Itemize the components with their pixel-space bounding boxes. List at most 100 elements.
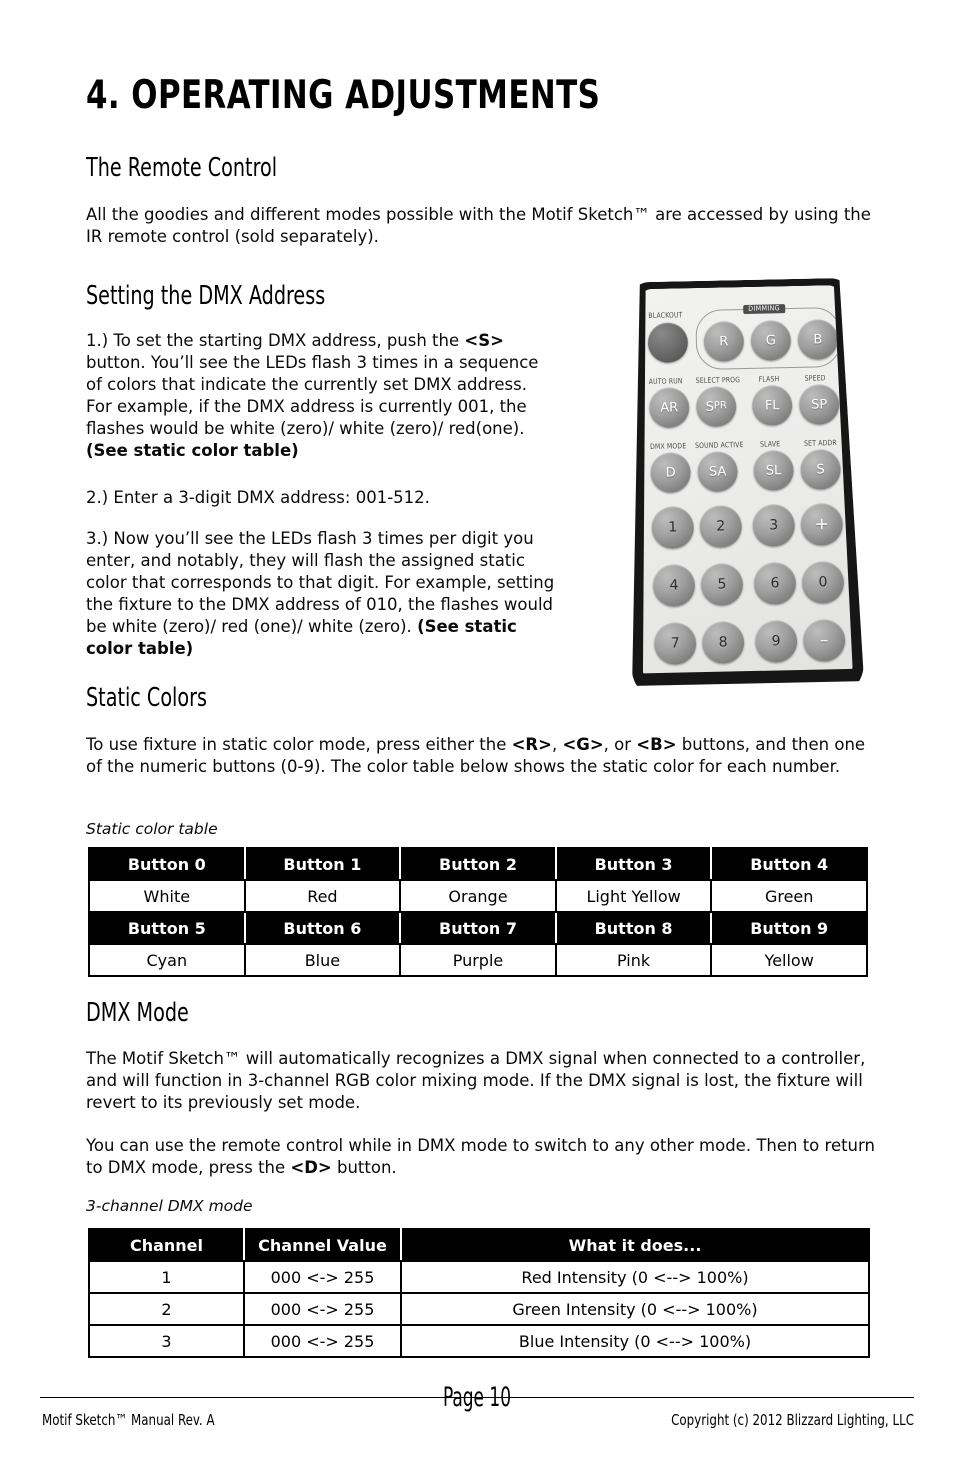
remote-button-sp[interactable]: SP — [799, 384, 840, 425]
remote-button-d[interactable]: D — [650, 452, 691, 493]
table-header-cell: Button 1 — [243, 847, 402, 881]
static-button-g: <G> — [562, 735, 604, 754]
table-header-cell: Button 0 — [88, 847, 246, 881]
table-cell: Red Intensity (0 <--> 100%) — [400, 1260, 870, 1294]
dmx-mode-table: Channel Channel Value What it does... 1 … — [88, 1228, 870, 1358]
table-row: Cyan Blue Purple Pink Yellow — [88, 943, 868, 977]
section-heading-setting-dmx-address: Setting the DMX Address — [86, 281, 326, 311]
table-cell: Orange — [399, 879, 557, 913]
section-heading-remote-control: The Remote Control — [86, 153, 278, 183]
footer-manual-label: Motif Sketch™ Manual Rev. A — [42, 1411, 215, 1429]
paragraph-dmx-step-1: 1.) To set the starting DMX address, pus… — [86, 330, 556, 462]
remote-button-5[interactable]: 5 — [701, 563, 744, 606]
remote-button-blackout[interactable] — [647, 322, 688, 363]
table-header-cell: Button 5 — [88, 911, 246, 945]
remote-body: BLACKOUT DIMMING R G B AUTO RUN SELECT P… — [620, 273, 873, 706]
static-sep-2: , or — [603, 735, 637, 754]
table-row: Channel Channel Value What it does... — [88, 1228, 870, 1262]
table-cell: Blue Intensity (0 <--> 100%) — [400, 1324, 870, 1358]
static-color-table: Button 0 Button 1 Button 2 Button 3 Butt… — [88, 847, 868, 977]
table-cell: Green — [710, 879, 868, 913]
label-auto-run: AUTO RUN — [648, 376, 683, 387]
step1-see-table: (See static color table) — [86, 441, 299, 460]
document-page: 4. OPERATING ADJUSTMENTS The Remote Cont… — [0, 0, 954, 1475]
table-cell: 000 <-> 255 — [243, 1260, 402, 1294]
table-cell: 000 <-> 255 — [243, 1324, 402, 1358]
page-title: 4. OPERATING ADJUSTMENTS — [86, 73, 601, 118]
remote-button-3[interactable]: 3 — [752, 504, 795, 547]
table-cell: Blue — [243, 943, 402, 977]
remote-button-s[interactable]: S — [800, 449, 841, 490]
paragraph-dmx-step-3: 3.) Now you’ll see the LEDs flash 3 time… — [86, 528, 566, 660]
remote-control-image: BLACKOUT DIMMING R G B AUTO RUN SELECT P… — [624, 276, 868, 704]
paragraph-dmx-mode-2: You can use the remote control while in … — [86, 1135, 876, 1179]
remote-button-9[interactable]: 9 — [755, 620, 798, 663]
dmx2-text-a: You can use the remote control while in … — [86, 1136, 875, 1177]
table-cell: 3 — [88, 1324, 245, 1358]
remote-button-8[interactable]: 8 — [702, 621, 745, 664]
table-row: Button 5 Button 6 Button 7 Button 8 Butt… — [88, 911, 868, 945]
remote-button-1[interactable]: 1 — [651, 506, 694, 549]
table-cell: Green Intensity (0 <--> 100%) — [400, 1292, 870, 1326]
label-speed: SPEED — [804, 373, 826, 383]
table-row: 2 000 <-> 255 Green Intensity (0 <--> 10… — [88, 1292, 870, 1326]
remote-button-fl[interactable]: FL — [752, 385, 793, 426]
static-text-a: To use fixture in static color mode, pre… — [86, 735, 512, 754]
remote-button-0[interactable]: 0 — [802, 561, 845, 604]
table-cell: 2 — [88, 1292, 245, 1326]
paragraph-static-colors: To use fixture in static color mode, pre… — [86, 734, 876, 778]
page-number: Page 10 — [442, 1382, 512, 1413]
step1-text-a: 1.) To set the starting DMX address, pus… — [86, 331, 465, 350]
label-select-prog: SELECT PROG — [695, 375, 741, 386]
static-button-b: <B> — [636, 735, 677, 754]
remote-faceplate: BLACKOUT DIMMING R G B AUTO RUN SELECT P… — [633, 285, 855, 685]
table-header-cell: Button 4 — [710, 847, 868, 881]
remote-button-6[interactable]: 6 — [754, 562, 797, 605]
table-header-cell: What it does... — [400, 1228, 870, 1262]
remote-button-plus[interactable]: + — [800, 503, 843, 546]
table-header-cell: Button 6 — [243, 911, 402, 945]
static-button-r: <R> — [511, 735, 552, 754]
label-blackout: BLACKOUT — [648, 310, 683, 321]
label-set-addr: SET ADDR — [803, 438, 837, 448]
section-heading-dmx-mode: DMX Mode — [86, 998, 189, 1028]
table-cell: 000 <-> 255 — [243, 1292, 402, 1326]
remote-button-s-pr-sub: PR — [713, 400, 727, 412]
dmx2-text-c: button. — [331, 1158, 397, 1177]
dimming-label: DIMMING — [743, 304, 785, 314]
table-header-cell: Button 3 — [554, 847, 713, 881]
table-row: White Red Orange Light Yellow Green — [88, 879, 868, 913]
table-cell: Light Yellow — [554, 879, 713, 913]
remote-button-ar[interactable]: AR — [649, 387, 690, 428]
footer-copyright: Copyright (c) 2012 Blizzard Lighting, LL… — [671, 1411, 914, 1429]
table-header-cell: Channel — [88, 1228, 245, 1262]
table-row: 1 000 <-> 255 Red Intensity (0 <--> 100%… — [88, 1260, 870, 1294]
remote-button-minus[interactable]: – — [803, 619, 846, 662]
table-header-cell: Button 2 — [399, 847, 557, 881]
step1-button-s: <S> — [464, 331, 504, 350]
label-flash: FLASH — [758, 374, 780, 384]
table-row: 3 000 <-> 255 Blue Intensity (0 <--> 100… — [88, 1324, 870, 1358]
dmx2-button-d: <D> — [290, 1158, 332, 1177]
label-slave: SLAVE — [759, 439, 781, 449]
table-header-cell: Channel Value — [243, 1228, 402, 1262]
label-sound-active: SOUND ACTIVE — [694, 440, 744, 451]
static-sep-1: , — [551, 735, 563, 754]
remote-button-7[interactable]: 7 — [654, 622, 697, 665]
table-cell: Red — [243, 879, 402, 913]
remote-button-4[interactable]: 4 — [653, 564, 696, 607]
remote-button-s-pr-main: S — [705, 399, 715, 415]
table-header-cell: Button 8 — [554, 911, 713, 945]
remote-button-sa[interactable]: SA — [697, 451, 738, 492]
remote-button-sl[interactable]: SL — [753, 450, 794, 491]
remote-button-2[interactable]: 2 — [699, 505, 742, 548]
table-cell: Purple — [399, 943, 557, 977]
table-cell: Cyan — [88, 943, 246, 977]
paragraph-remote-intro: All the goodies and different modes poss… — [86, 205, 871, 246]
remote-button-s-pr[interactable]: S PR — [696, 386, 737, 427]
dmx-mode-table-caption: 3-channel DMX mode — [86, 1197, 253, 1215]
label-dmx-mode: DMX MODE — [649, 441, 687, 451]
table-cell: 1 — [88, 1260, 245, 1294]
table-row: Button 0 Button 1 Button 2 Button 3 Butt… — [88, 847, 868, 881]
table-header-cell: Button 9 — [710, 911, 868, 945]
